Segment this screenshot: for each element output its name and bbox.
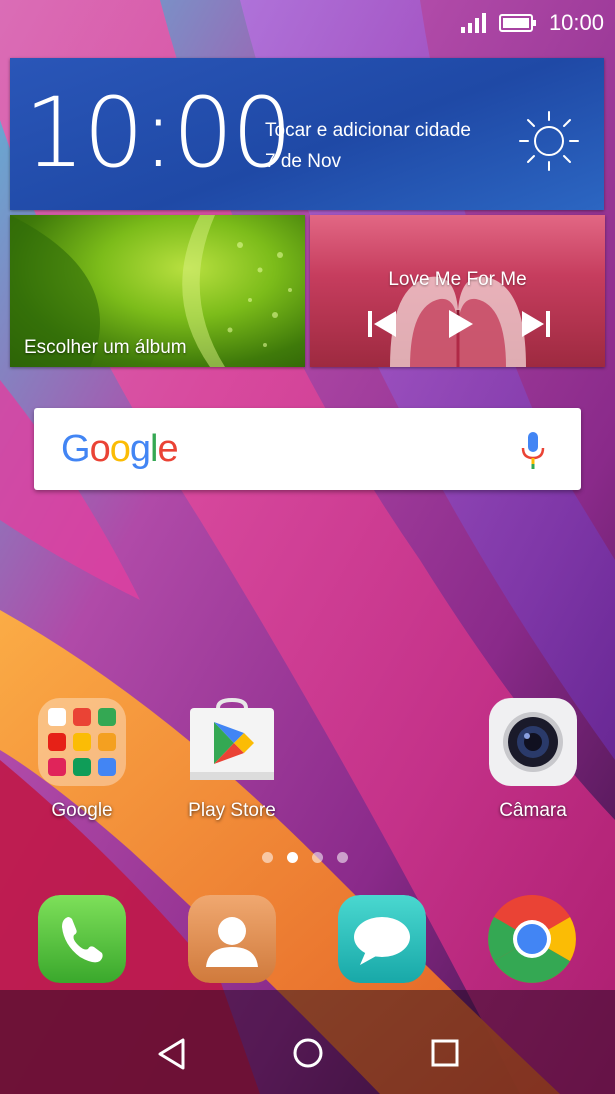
song-title: Love Me For Me bbox=[388, 269, 527, 290]
play-store-icon[interactable] bbox=[186, 698, 278, 786]
page-indicator bbox=[262, 852, 348, 863]
hangouts-mini-icon bbox=[73, 758, 91, 776]
camera-app[interactable]: Câmara bbox=[468, 698, 598, 822]
battery-icon bbox=[498, 14, 536, 32]
recents-icon[interactable] bbox=[430, 1038, 460, 1068]
weather-widget[interactable]: 10:00 Tocar e adicionar cidade 7 de Nov bbox=[10, 58, 604, 210]
page-dot bbox=[262, 852, 273, 863]
mic-icon[interactable] bbox=[517, 430, 549, 470]
google-folder[interactable]: Google bbox=[17, 698, 147, 822]
navigation-bar bbox=[0, 1020, 615, 1094]
widget-clock[interactable]: 10:00 bbox=[24, 78, 293, 188]
music-widget[interactable]: Love Me For Me bbox=[310, 215, 605, 367]
youtube-mini-icon bbox=[48, 733, 66, 751]
sun-icon bbox=[519, 111, 579, 171]
contacts-icon[interactable] bbox=[188, 895, 276, 983]
chrome-icon[interactable] bbox=[488, 895, 576, 983]
status-clock: 10:00 bbox=[548, 10, 604, 35]
home-icon[interactable] bbox=[292, 1037, 324, 1069]
drive-mini-icon bbox=[73, 733, 91, 751]
previous-icon[interactable] bbox=[364, 307, 400, 341]
google-folder-label: Google bbox=[51, 800, 113, 821]
svg-text:Google: Google bbox=[61, 428, 178, 470]
widget-date: 7 de Nov bbox=[265, 151, 342, 172]
photos-mini-icon bbox=[98, 758, 116, 776]
status-bar: 10:00 bbox=[0, 0, 615, 46]
play-store-label: Play Store bbox=[188, 800, 276, 821]
heart-book-image bbox=[390, 276, 526, 367]
play-movies-mini-icon bbox=[48, 758, 66, 776]
folder-icon[interactable] bbox=[38, 698, 126, 786]
play-icon[interactable] bbox=[441, 307, 477, 341]
gmail-mini-icon bbox=[73, 708, 91, 726]
play-music-mini-icon bbox=[98, 733, 116, 751]
google-logo: Google bbox=[61, 428, 179, 470]
maps-mini-icon bbox=[98, 708, 116, 726]
choose-album-label[interactable]: Escolher um álbum bbox=[24, 337, 187, 359]
camera-icon[interactable] bbox=[489, 698, 577, 786]
phone-icon[interactable] bbox=[38, 895, 126, 983]
photo-album-widget[interactable]: Escolher um álbum bbox=[10, 215, 305, 367]
next-icon[interactable] bbox=[518, 307, 554, 341]
messages-icon[interactable] bbox=[338, 895, 426, 983]
play-store-app[interactable]: Play Store bbox=[167, 698, 297, 822]
page-dot bbox=[312, 852, 323, 863]
page-dot-current bbox=[287, 852, 298, 863]
google-mini-icon bbox=[48, 708, 66, 726]
back-icon[interactable] bbox=[157, 1038, 187, 1070]
add-city-prompt[interactable]: Tocar e adicionar cidade bbox=[265, 120, 471, 142]
camera-label: Câmara bbox=[499, 800, 567, 821]
page-dot bbox=[337, 852, 348, 863]
signal-icon bbox=[460, 13, 486, 33]
google-search-bar[interactable]: Google bbox=[34, 408, 581, 490]
